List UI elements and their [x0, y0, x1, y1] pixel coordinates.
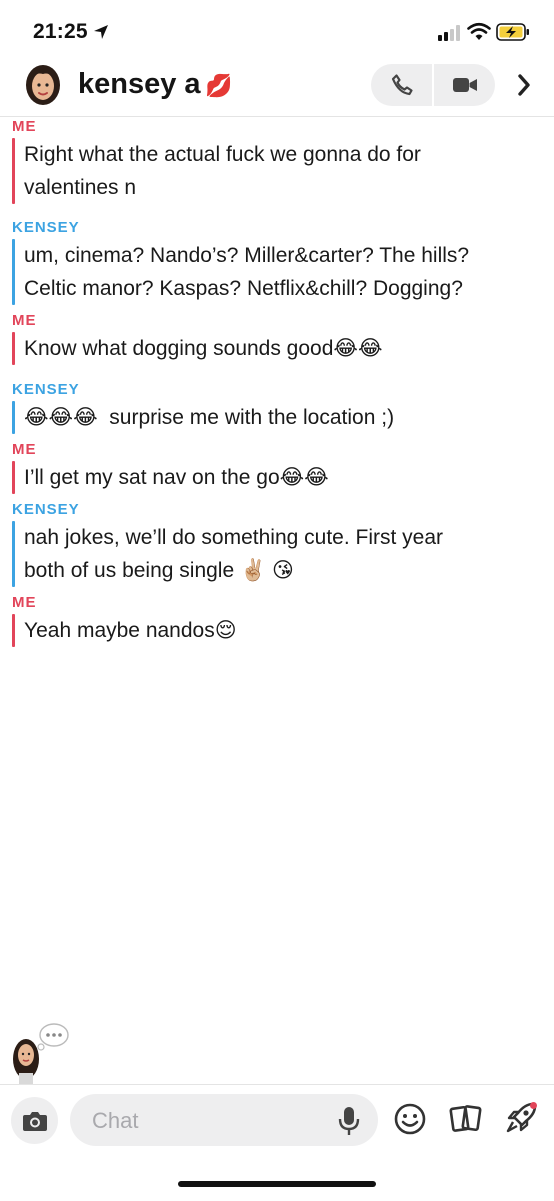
message-text: I’ll get my sat nav on the go😂😂 — [24, 466, 329, 489]
battery-charging-icon — [496, 23, 529, 41]
message-text: Right what the actual fuck we gonna do f… — [24, 143, 421, 199]
lips-emoji: 💋 — [205, 73, 233, 98]
message-text: um, cinema? Nando’s? Miller&carter? The … — [24, 244, 470, 300]
message-sender: KENSEY — [12, 381, 80, 398]
message-item[interactable]: ME Yeah maybe nandos😌 — [12, 594, 542, 647]
message-text: Yeah maybe nandos😌 — [24, 619, 237, 642]
typing-bitmoji — [13, 1023, 69, 1085]
bitmoji-avatar[interactable] — [22, 63, 64, 107]
chat-header: kensey a 💋 — [0, 60, 554, 117]
notification-dot — [530, 1102, 537, 1109]
message-bar — [12, 401, 15, 434]
message-item[interactable]: ME I’ll get my sat nav on the go😂😂 — [12, 441, 542, 494]
message-text: 😂😂😂 surprise me with the location ;) — [24, 406, 395, 429]
home-indicator — [178, 1181, 376, 1187]
video-call-button[interactable] — [434, 64, 495, 106]
call-controls — [371, 64, 495, 106]
camera-button[interactable] — [11, 1097, 58, 1144]
location-arrow-icon — [94, 25, 108, 39]
video-camera-icon — [452, 78, 477, 92]
camera-icon — [22, 1111, 47, 1131]
message-item[interactable]: KENSEY um, cinema? Nando’s? Miller&carte… — [12, 219, 542, 305]
cards-icon[interactable] — [449, 1102, 483, 1136]
message-bar — [12, 138, 15, 204]
message-bar — [12, 461, 15, 494]
status-bar: 21:25 — [0, 0, 554, 60]
contact-name[interactable]: kensey a — [78, 68, 201, 101]
chat-input-box[interactable] — [70, 1094, 378, 1148]
message-item[interactable]: KENSEY 😂😂😂 surprise me with the location… — [12, 381, 542, 434]
wifi-icon — [467, 22, 491, 40]
message-bar — [12, 521, 15, 587]
message-sender: ME — [12, 441, 37, 458]
message-text: Know what dogging sounds good😂😂 — [24, 337, 383, 360]
chevron-right-icon — [518, 74, 530, 96]
voice-call-button[interactable] — [371, 64, 432, 106]
message-sender: ME — [12, 594, 37, 611]
message-item[interactable]: ME Know what dogging sounds good😂😂 — [12, 312, 542, 365]
message-sender: KENSEY — [12, 501, 80, 518]
smiley-icon[interactable] — [393, 1102, 427, 1136]
status-time: 21:25 — [33, 20, 88, 43]
message-bar — [12, 614, 15, 647]
microphone-icon[interactable] — [338, 1106, 360, 1136]
message-text: nah jokes, we’ll do something cute. Firs… — [24, 526, 444, 582]
message-bar — [12, 332, 15, 365]
phone-icon — [391, 74, 413, 96]
message-sender: ME — [12, 312, 37, 329]
message-item[interactable]: KENSEY nah jokes, we’ll do something cut… — [12, 501, 542, 587]
message-bar — [12, 239, 15, 305]
more-button[interactable] — [510, 70, 538, 100]
message-sender: KENSEY — [12, 219, 80, 236]
message-sender: ME — [12, 118, 37, 135]
chat-input[interactable] — [90, 1094, 324, 1148]
message-item[interactable]: ME Right what the actual fuck we gonna d… — [12, 118, 542, 204]
signal-icon — [438, 25, 460, 41]
